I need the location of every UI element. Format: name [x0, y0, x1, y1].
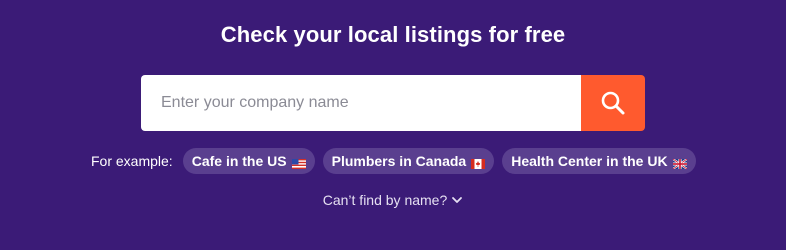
example-chip-health-center-uk[interactable]: Health Center in the UK — [502, 148, 696, 174]
search-bar — [141, 75, 645, 131]
uk-flag-icon — [671, 156, 688, 170]
example-chip-label: Health Center in the UK — [511, 153, 668, 169]
example-chip-label: Cafe in the US — [191, 153, 287, 169]
cant-find-by-name-toggle[interactable]: Can’t find by name? — [323, 192, 464, 208]
example-chip-plumbers-canada[interactable]: Plumbers in Canada — [322, 148, 495, 174]
examples-label: For example: — [91, 153, 173, 169]
example-chip-cafe-us[interactable]: Cafe in the US — [182, 148, 315, 174]
examples-row: For example: Cafe in the US Plumbers in … — [91, 148, 696, 174]
search-button[interactable] — [581, 75, 645, 131]
us-flag-icon — [291, 156, 306, 169]
cant-find-row: Can’t find by name? — [0, 192, 786, 208]
canada-flag-icon — [471, 156, 486, 169]
chevron-down-icon — [451, 194, 463, 206]
example-chip-label: Plumbers in Canada — [331, 153, 467, 169]
page-title: Check your local listings for free — [220, 22, 566, 47]
cant-find-label: Can’t find by name? — [322, 192, 448, 208]
search-icon — [599, 89, 627, 117]
company-name-input[interactable] — [141, 75, 581, 131]
